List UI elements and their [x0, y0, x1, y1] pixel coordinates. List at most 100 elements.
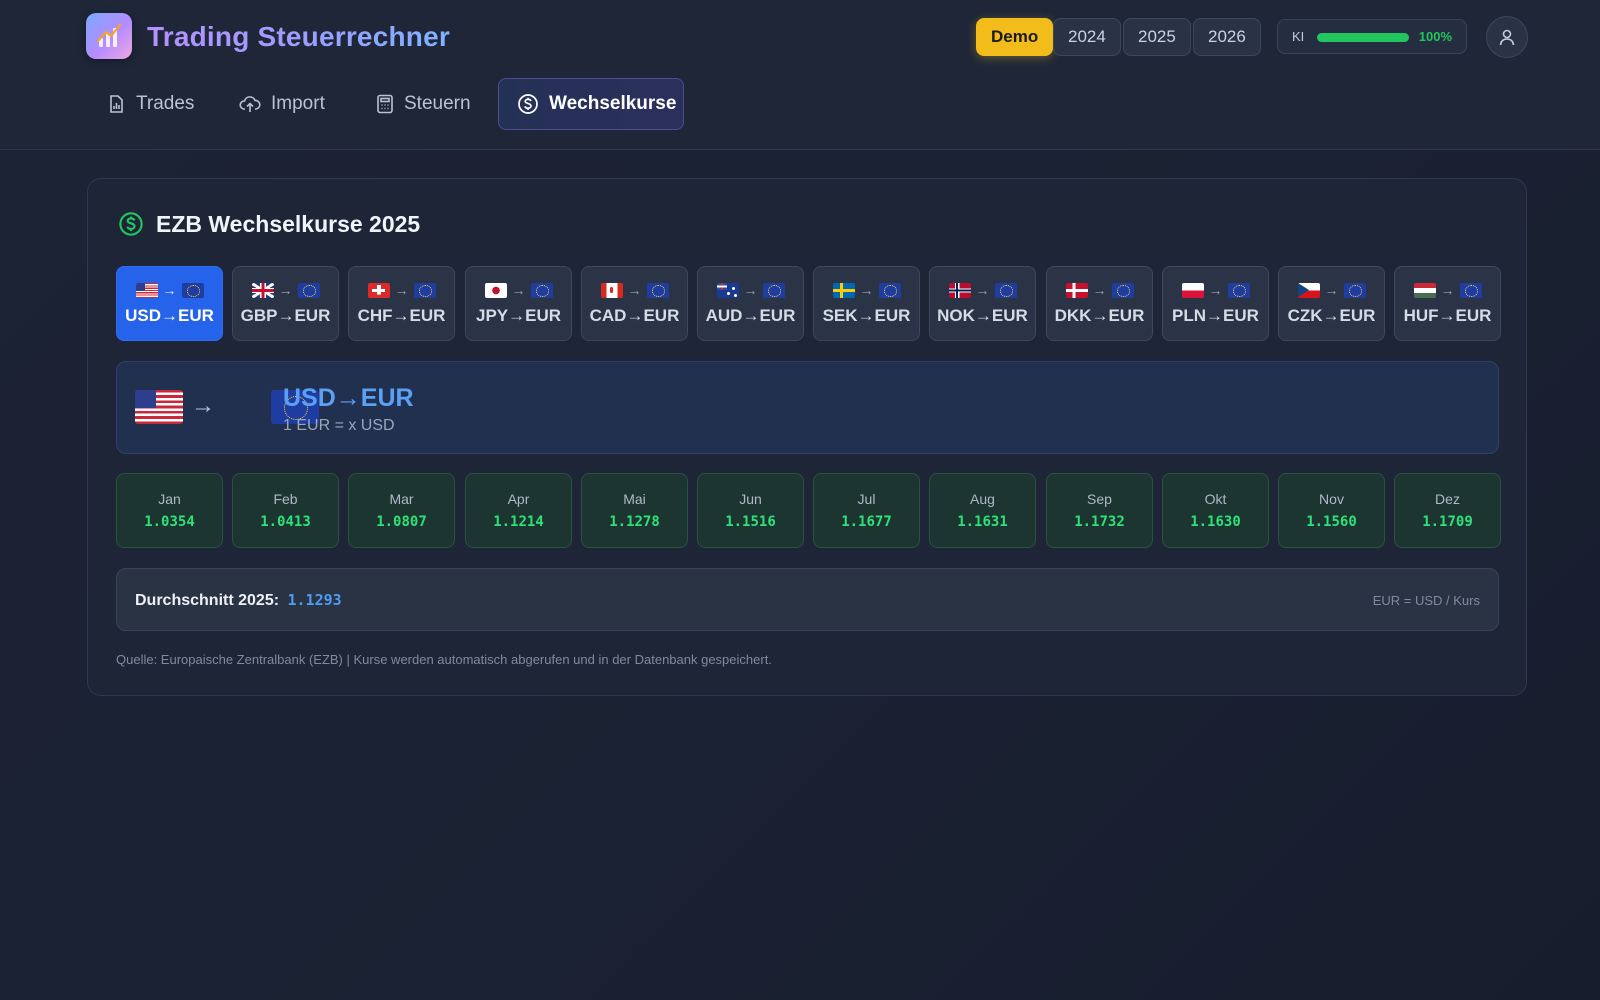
dollar-circle-icon [119, 212, 143, 236]
selected-pair-title: USD→EUR [283, 384, 414, 412]
pair-button-dkk[interactable]: → DKK→EUR [1046, 266, 1153, 341]
us-flag-icon [135, 390, 183, 424]
month-rate-card: Aug 1.1631 [929, 473, 1036, 548]
ch-flag-icon [367, 282, 390, 298]
pair-flags: → [814, 279, 919, 301]
arrow-right-icon: → [278, 282, 293, 298]
month-rate-value: 1.1677 [841, 514, 892, 530]
pair-button-czk[interactable]: → CZK→EUR [1278, 266, 1385, 341]
user-icon [1499, 29, 1515, 46]
average-label-text: Durchschnitt 2025: [135, 592, 280, 609]
month-rate-value: 1.0354 [144, 514, 195, 530]
month-rate-card: Feb 1.0413 [232, 473, 339, 548]
pair-button-jpy[interactable]: → JPY→EUR [465, 266, 572, 341]
pair-button-huf[interactable]: → HUF→EUR [1394, 266, 1501, 341]
month-rate-card: Sep 1.1732 [1046, 473, 1153, 548]
average-value: 1.1293 [287, 591, 342, 609]
dk-flag-icon [1065, 282, 1088, 298]
month-rate-value: 1.1560 [1306, 514, 1357, 530]
us-flag-icon [135, 282, 158, 298]
month-rate-card: Dez 1.1709 [1394, 473, 1501, 548]
pair-label: SEK→EUR [822, 306, 911, 325]
month-name: Mar [389, 491, 414, 507]
pair-button-usd[interactable]: → USD→EUR [116, 266, 223, 341]
pair-button-sek[interactable]: → SEK→EUR [813, 266, 920, 341]
jp-flag-icon [484, 282, 507, 298]
pair-label: CZK→EUR [1287, 306, 1376, 325]
no-flag-icon [948, 282, 971, 298]
pair-button-pln[interactable]: → PLN→EUR [1162, 266, 1269, 341]
cloud-upload-icon [239, 96, 261, 112]
pair-flags: → [1047, 279, 1152, 301]
eu-flag-icon [1343, 282, 1366, 298]
pair-flags: → [117, 279, 222, 301]
pair-button-gbp[interactable]: → GBP→EUR [232, 266, 339, 341]
month-rate-value: 1.1278 [609, 514, 660, 530]
month-name: Feb [273, 491, 298, 507]
pair-label: HUF→EUR [1403, 306, 1492, 325]
month-rate-card: Apr 1.1214 [465, 473, 572, 548]
month-rate-card: Jul 1.1677 [813, 473, 920, 548]
pair-flags: → [1163, 279, 1268, 301]
pair-button-aud[interactable]: → AUD→EUR [697, 266, 804, 341]
pair-label: JPY→EUR [475, 306, 562, 325]
month-rate-card: Nov 1.1560 [1278, 473, 1385, 548]
eu-flag-icon [878, 282, 901, 298]
arrow-right-icon: → [1092, 282, 1107, 298]
month-name: Okt [1204, 491, 1227, 507]
month-rate-value: 1.1732 [1074, 514, 1125, 530]
pair-flags: → [233, 279, 338, 301]
se-flag-icon [832, 282, 855, 298]
pair-label: USD→EUR [125, 306, 214, 325]
arrow-right-icon: → [975, 282, 990, 298]
pair-flags: → [1279, 279, 1384, 301]
month-rate-value: 1.1214 [493, 514, 544, 530]
tab-wechselkurse[interactable]: Wechselkurse [498, 78, 684, 130]
card-title: EZB Wechselkurse 2025 [118, 209, 420, 239]
month-rate-card: Mar 1.0807 [348, 473, 455, 548]
month-name: Aug [970, 491, 995, 507]
au-flag-icon [716, 282, 739, 298]
pair-flags: → [698, 279, 803, 301]
year-button-2026[interactable]: 2026 [1193, 18, 1261, 56]
month-rate-value: 1.0413 [260, 514, 311, 530]
arrow-right-icon: → [859, 282, 874, 298]
month-rate-card: Okt 1.1630 [1162, 473, 1269, 548]
month-name: Sep [1087, 491, 1112, 507]
month-rate-value: 1.1516 [725, 514, 776, 530]
arrow-right-icon: → [511, 282, 526, 298]
tab-trades[interactable]: Trades [88, 78, 212, 130]
pair-button-chf[interactable]: → CHF→EUR [348, 266, 455, 341]
eu-flag-icon [994, 282, 1017, 298]
year-button-2024[interactable]: 2024 [1053, 18, 1121, 56]
tab-steuern[interactable]: Steuern [358, 78, 489, 130]
arrow-right-icon: → [162, 282, 177, 298]
pair-button-nok[interactable]: → NOK→EUR [929, 266, 1036, 341]
tab-import[interactable]: Import [221, 78, 343, 130]
eu-flag-icon [413, 282, 436, 298]
month-rate-card: Jan 1.0354 [116, 473, 223, 548]
pair-flags: → [349, 279, 454, 301]
month-rate-card: Jun 1.1516 [697, 473, 804, 548]
year-button-2025[interactable]: 2025 [1123, 18, 1191, 56]
pair-flags: → [466, 279, 571, 301]
eu-flag-icon [297, 282, 320, 298]
top-bar: Trading Steuerrechner Demo 2024 2025 202… [0, 0, 1600, 150]
month-rate-value: 1.1631 [957, 514, 1008, 530]
trending-chart-logo[interactable] [86, 13, 132, 59]
pair-label: GBP→EUR [240, 306, 331, 325]
ca-flag-icon [600, 282, 623, 298]
month-name: Dez [1435, 491, 1460, 507]
arrow-right-icon: → [627, 282, 642, 298]
demo-mode-button[interactable]: Demo [976, 18, 1054, 56]
user-button[interactable] [1486, 16, 1528, 58]
eu-flag-icon [530, 282, 553, 298]
pair-label: CHF→EUR [357, 306, 446, 325]
card-title-text: EZB Wechselkurse 2025 [156, 210, 421, 237]
arrow-right-icon: → [1440, 282, 1455, 298]
ki-label: KI [1292, 29, 1305, 44]
ki-progress-fill [1317, 33, 1409, 42]
pair-button-cad[interactable]: → CAD→EUR [581, 266, 688, 341]
pair-label: CAD→EUR [589, 306, 680, 325]
arrow-right-icon: → [1208, 282, 1223, 298]
